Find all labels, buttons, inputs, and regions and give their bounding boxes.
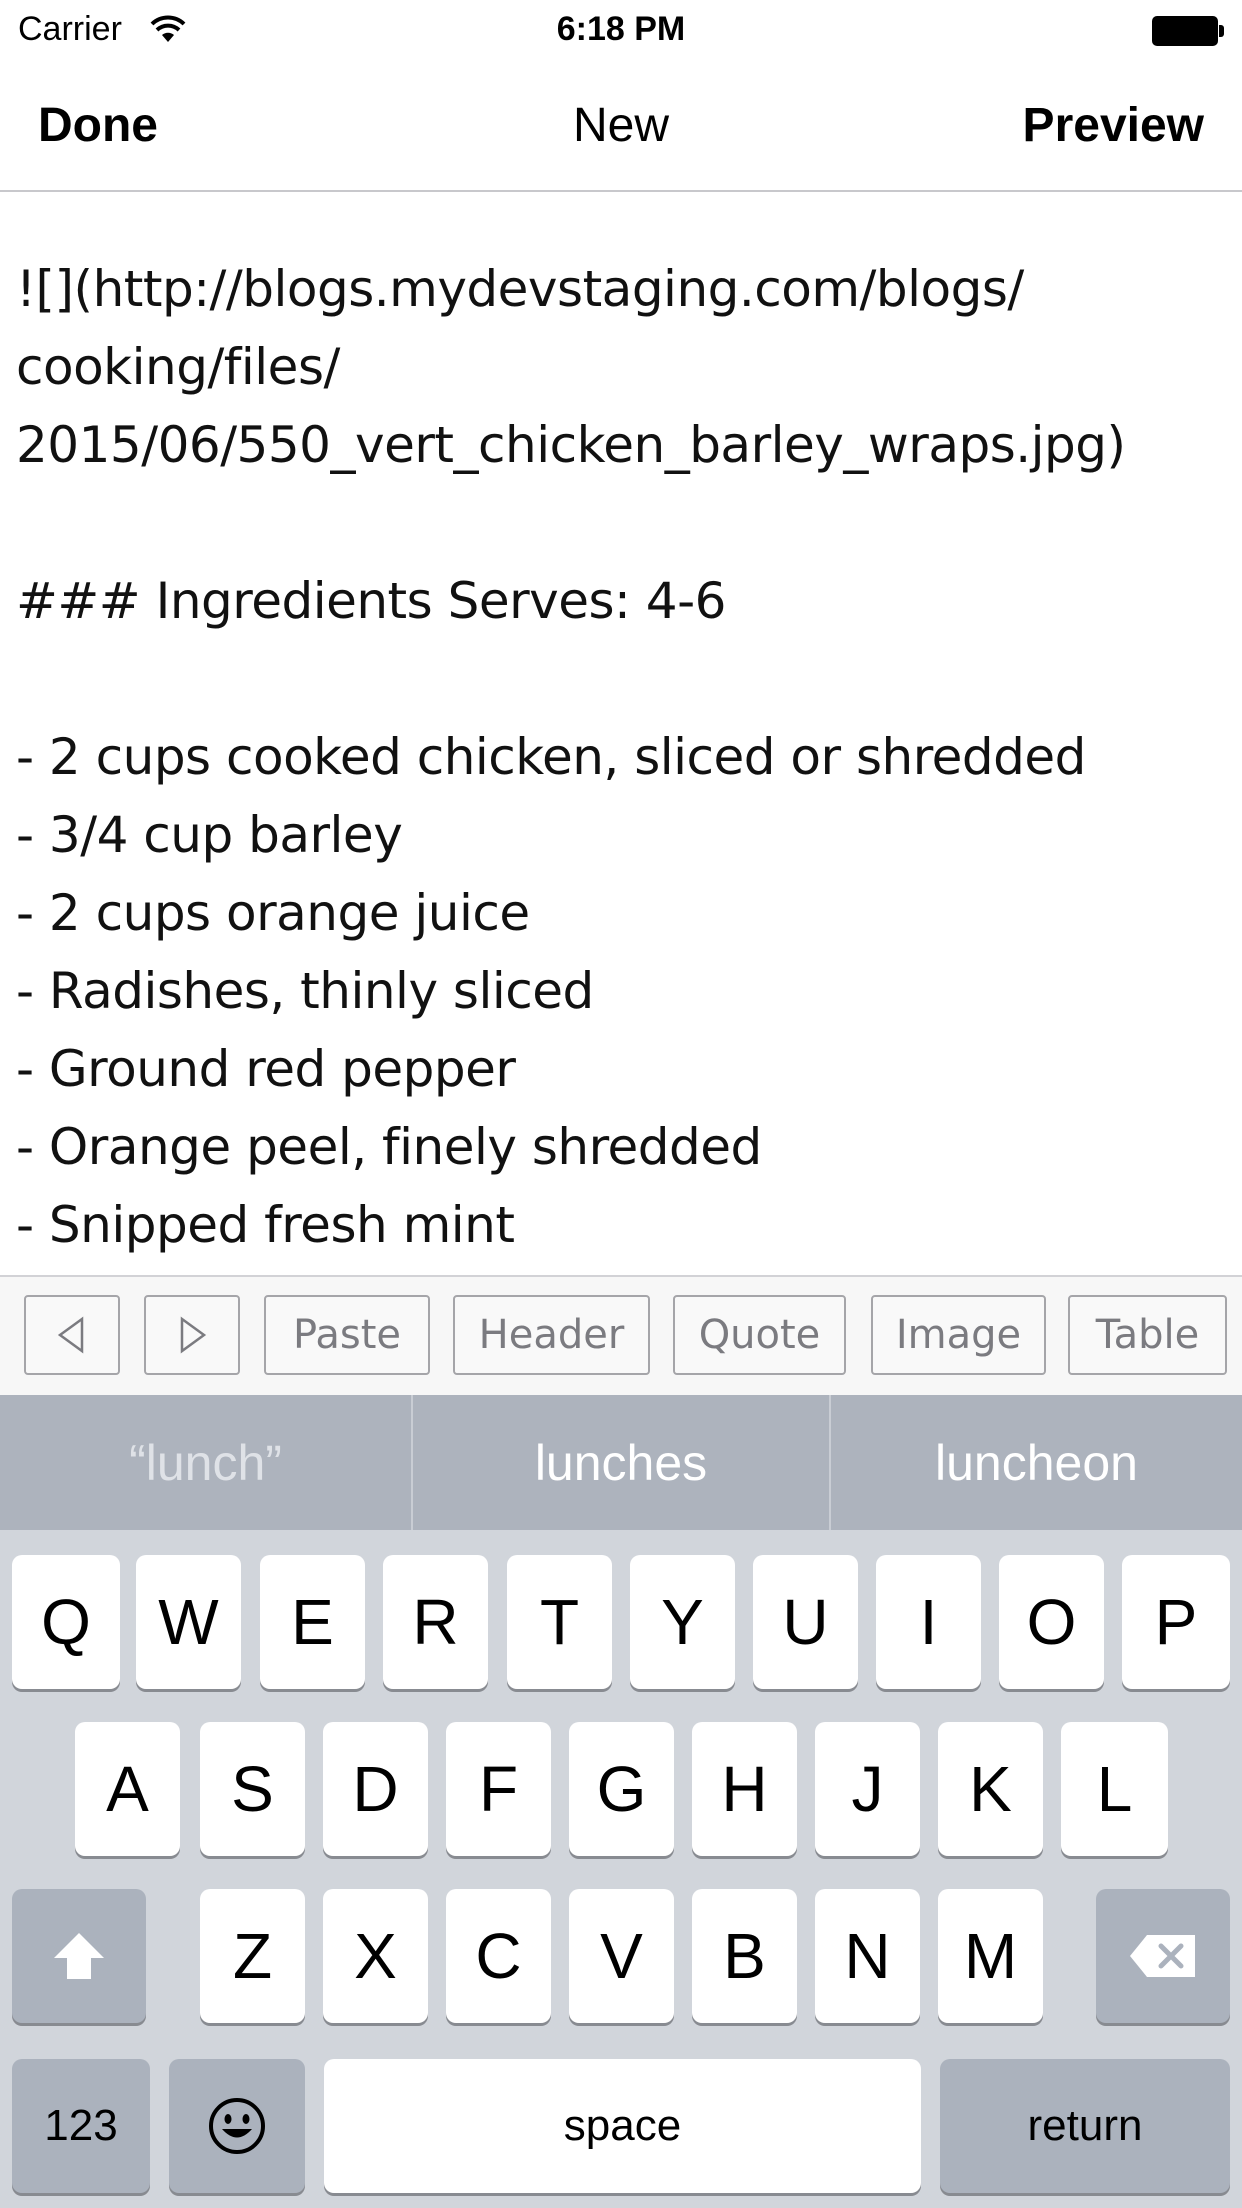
image-button[interactable]: Image [871,1295,1046,1375]
markdown-toolbar: Paste Header Quote Image Table [0,1275,1242,1395]
markdown-editor[interactable]: ![](http://blogs.mydevstaging.com/blogs/… [0,192,1242,1275]
cursor-right-button[interactable] [144,1295,240,1375]
editor-line: - Ground red pepper [16,1040,516,1098]
editor-line: ### Ingredients Serves: 4-6 [16,572,726,630]
done-button[interactable]: Done [38,98,158,153]
key-p[interactable]: P [1122,1555,1230,1689]
header-button[interactable]: Header [453,1295,650,1375]
numbers-key[interactable]: 123 [12,2059,150,2193]
key-y[interactable]: Y [630,1555,735,1689]
editor-line: ![](http://blogs.mydevstaging.com/blogs/ [16,260,1024,318]
editor-line: - Radishes, thinly sliced [16,962,594,1020]
paste-button[interactable]: Paste [264,1295,430,1375]
delete-key[interactable] [1096,1889,1230,2023]
emoji-key[interactable] [169,2059,305,2193]
key-z[interactable]: Z [200,1889,305,2023]
emoji-icon [209,2098,265,2154]
key-c[interactable]: C [446,1889,551,2023]
key-k[interactable]: K [938,1722,1043,1856]
key-r[interactable]: R [383,1555,488,1689]
editor-line: - 2 cups orange juice [16,884,530,942]
key-m[interactable]: M [938,1889,1043,2023]
cursor-left-button[interactable] [24,1295,120,1375]
key-l[interactable]: L [1061,1722,1168,1856]
table-button[interactable]: Table [1068,1295,1227,1375]
key-i[interactable]: I [876,1555,981,1689]
editor-line: - 2 cups cooked chicken, sliced or shred… [16,728,1086,786]
key-t[interactable]: T [507,1555,612,1689]
key-w[interactable]: W [136,1555,241,1689]
suggestion-item[interactable]: luncheon [831,1395,1242,1530]
key-j[interactable]: J [815,1722,920,1856]
editor-line: cooking/files/ [16,338,340,396]
key-e[interactable]: E [260,1555,365,1689]
backspace-icon [1130,1935,1195,1977]
status-bar: Carrier 6:18 PM [0,0,1242,62]
triangle-right-icon [180,1316,207,1354]
space-key[interactable]: space [324,2059,921,2193]
quote-button[interactable]: Quote [673,1295,846,1375]
key-f[interactable]: F [446,1722,551,1856]
return-key[interactable]: return [940,2059,1230,2193]
key-u[interactable]: U [753,1555,858,1689]
triangle-left-icon [57,1316,84,1354]
navigation-bar: Done New Preview [0,62,1242,192]
editor-line: - 3/4 cup barley [16,806,403,864]
preview-button[interactable]: Preview [1023,98,1204,153]
key-g[interactable]: G [569,1722,674,1856]
key-o[interactable]: O [999,1555,1104,1689]
key-a[interactable]: A [75,1722,180,1856]
key-s[interactable]: S [200,1722,305,1856]
editor-line: - Orange peel, finely shredded [16,1118,762,1176]
key-x[interactable]: X [323,1889,428,2023]
suggestion-item[interactable]: lunches [413,1395,829,1530]
editor-line: - Snipped fresh mint [16,1196,515,1254]
key-b[interactable]: B [692,1889,797,2023]
keyboard: “lunch” lunches luncheon Q W E R T Y U I… [0,1395,1242,2208]
editor-line: 2015/06/550_vert_chicken_barley_wraps.jp… [16,416,1126,474]
shift-icon [54,1933,104,1979]
shift-key[interactable] [12,1889,146,2023]
suggestion-bar: “lunch” lunches luncheon [0,1395,1242,1530]
key-v[interactable]: V [569,1889,674,2023]
key-n[interactable]: N [815,1889,920,2023]
battery-icon [1152,16,1224,46]
clock: 6:18 PM [556,10,686,48]
key-q[interactable]: Q [12,1555,120,1689]
key-d[interactable]: D [323,1722,428,1856]
key-h[interactable]: H [692,1722,797,1856]
suggestion-item[interactable]: “lunch” [0,1395,411,1530]
